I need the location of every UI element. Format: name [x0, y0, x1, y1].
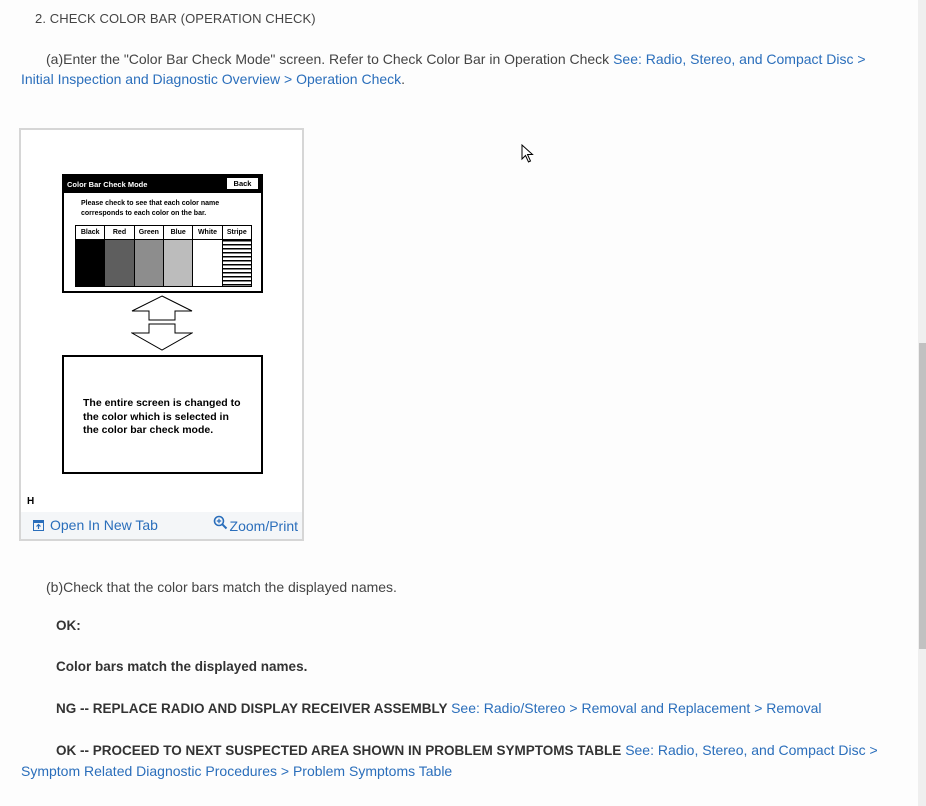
color-bar-label: Black — [76, 226, 105, 240]
color-swatch — [76, 240, 105, 286]
color-swatch — [134, 240, 163, 286]
color-bar-red: Red — [105, 226, 135, 286]
document-content: 2. CHECK COLOR BAR (OPERATION CHECK) (a)… — [0, 0, 918, 806]
screen2-line: The entire screen is changed to — [83, 397, 241, 409]
color-bar-label: Green — [134, 226, 163, 240]
color-bar-label: White — [193, 226, 222, 240]
screen-header: Color Bar Check Mode Back — [64, 176, 261, 193]
color-bar-check-screen: Color Bar Check Mode Back Please check t… — [62, 174, 263, 293]
figure-footer: Open In New Tab Zoom/Print — [21, 512, 302, 539]
down-arrow — [131, 323, 193, 351]
color-swatch — [163, 240, 193, 286]
scrollbar-thumb[interactable] — [919, 343, 926, 649]
removal-link[interactable]: See: Radio/Stereo > Removal and Replacem… — [451, 700, 821, 716]
color-bar-green: Green — [134, 226, 164, 286]
paragraph-a-period: . — [401, 71, 406, 87]
screen-message: Please check to see that each color name… — [81, 199, 219, 219]
bidirectional-arrow-icon — [131, 295, 193, 351]
ng-text: NG -- REPLACE RADIO AND DISPLAY RECEIVER… — [56, 701, 448, 716]
ok-description: Color bars match the displayed names. — [56, 659, 308, 674]
open-new-tab-icon — [33, 519, 44, 531]
vertical-scrollbar[interactable] — [918, 0, 926, 806]
color-swatch — [193, 240, 222, 286]
ng-result: NG -- REPLACE RADIO AND DISPLAY RECEIVER… — [56, 700, 822, 716]
screen-title: Color Bar Check Mode — [67, 180, 148, 189]
up-arrow — [131, 295, 193, 321]
color-swatch — [105, 240, 134, 286]
mouse-cursor-icon — [521, 144, 534, 163]
color-bar-label: Stripe — [222, 226, 251, 240]
color-bars: Black Red Green Blue White Stripe — [75, 225, 252, 287]
full-color-screen: The entire screen is changed to the colo… — [62, 355, 263, 474]
paragraph-a-text: (a)Enter the "Color Bar Check Mode" scre… — [46, 51, 614, 67]
screen2-line: the color bar check mode. — [83, 424, 214, 436]
screen-message-line: corresponds to each color on the bar. — [81, 210, 207, 217]
full-color-screen-text: The entire screen is changed to the colo… — [83, 397, 241, 438]
open-in-new-tab-button[interactable]: Open In New Tab — [33, 517, 158, 533]
zoom-print-label: Zoom/Print — [229, 518, 298, 534]
ok-label: OK: — [56, 618, 81, 633]
color-bar-label: Red — [105, 226, 134, 240]
ok-proceed-result: OK -- PROCEED TO NEXT SUSPECTED AREA SHO… — [21, 740, 901, 782]
color-bar-stripe: Stripe — [222, 226, 251, 286]
zoom-in-icon — [213, 515, 227, 530]
figure-panel: Color Bar Check Mode Back Please check t… — [19, 128, 304, 541]
color-swatch — [222, 240, 251, 286]
zoom-print-button[interactable]: Zoom/Print — [213, 515, 298, 534]
color-bar-blue: Blue — [163, 226, 194, 286]
paragraph-b: (b)Check that the color bars match the d… — [46, 579, 397, 595]
step-title: 2. CHECK COLOR BAR (OPERATION CHECK) — [35, 11, 316, 26]
color-bar-label: Blue — [163, 226, 193, 240]
screen-message-line: Please check to see that each color name — [81, 200, 220, 207]
paragraph-a: (a)Enter the "Color Bar Check Mode" scre… — [21, 49, 901, 89]
open-in-new-tab-label: Open In New Tab — [50, 517, 158, 533]
screen2-line: the color which is selected in — [83, 410, 229, 423]
ok-proceed-text: OK -- PROCEED TO NEXT SUSPECTED AREA SHO… — [56, 743, 622, 758]
figure-marker: H — [27, 496, 35, 507]
color-bar-white: White — [193, 226, 223, 286]
color-bar-black: Black — [76, 226, 106, 286]
back-button-illustration: Back — [227, 178, 258, 189]
